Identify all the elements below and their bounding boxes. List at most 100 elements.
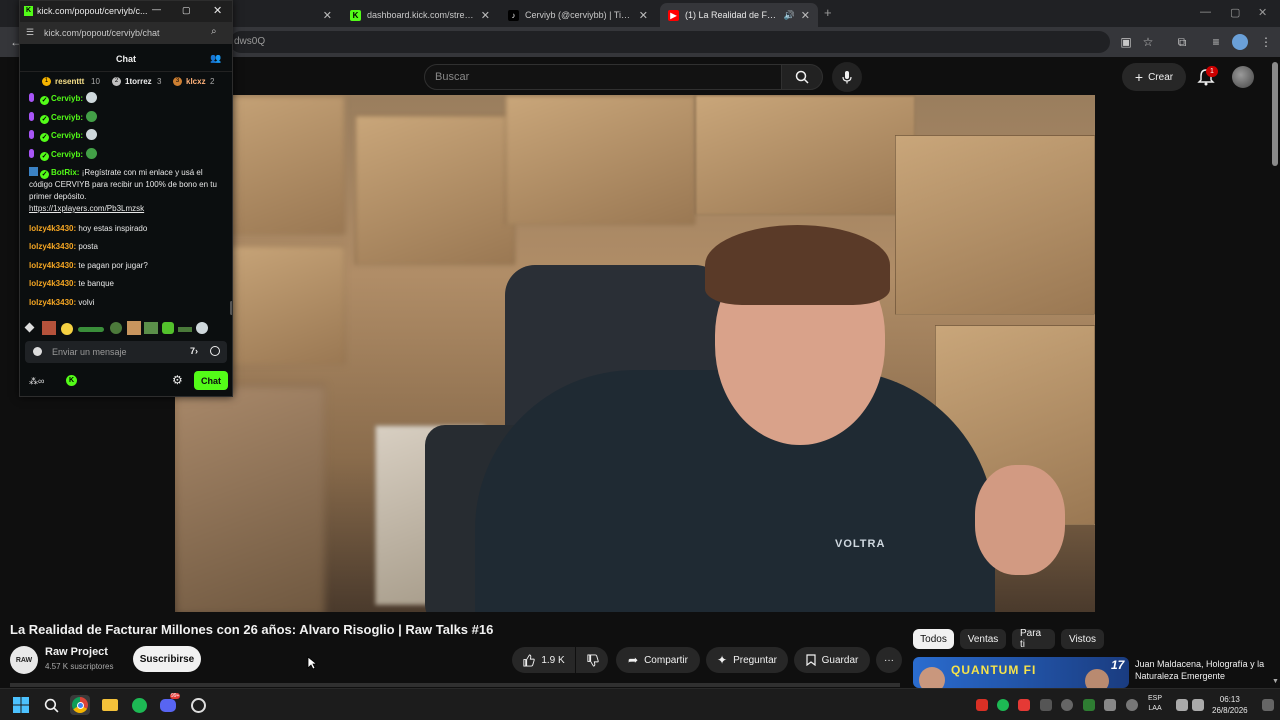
chat-scrollbar-thumb[interactable] <box>230 301 232 315</box>
maximize-icon[interactable]: ▢ <box>1230 6 1240 19</box>
chat-link[interactable]: https://1xplayers.com/Pb3Lmzsk <box>29 203 227 215</box>
chat-message[interactable]: lolzy4k3430: hoy estas inspirado <box>29 223 227 235</box>
chat-username[interactable]: Cerviyb: <box>51 150 83 159</box>
identity-icon[interactable] <box>33 347 42 356</box>
volume-icon[interactable] <box>1192 699 1204 711</box>
tab-youtube[interactable]: ▶ (1) La Realidad de Facturar M 🔊 ✕ <box>660 3 818 27</box>
new-tab-button[interactable]: + <box>824 5 832 20</box>
notification-center-icon[interactable] <box>1262 699 1274 711</box>
create-button[interactable]: + Crear <box>1122 63 1186 91</box>
points-icon[interactable]: ⁂∞ <box>29 376 44 387</box>
chat-username[interactable]: Cerviyb: <box>51 131 83 140</box>
minimize-icon[interactable]: — <box>1200 6 1211 18</box>
chat-message-bot[interactable]: ✓ BotRix: ¡Regístrate con mi enlace y usá… <box>29 167 227 215</box>
taskbar-search-icon[interactable] <box>41 695 61 715</box>
chip-vistos[interactable]: Vistos <box>1061 629 1104 649</box>
chat-message[interactable]: lolzy4k3430: te pagan por jugar? <box>29 260 227 272</box>
chat-message[interactable]: ✓ Cerviyb: <box>29 148 227 161</box>
chat-username[interactable]: lolzy4k3430: <box>29 298 76 307</box>
start-windows-icon[interactable] <box>11 695 31 715</box>
keyboard-language[interactable]: ESP LAA <box>1148 694 1162 714</box>
spotify-icon[interactable] <box>129 695 149 715</box>
channel-name[interactable]: Raw Project <box>45 646 108 658</box>
close-icon[interactable]: ✕ <box>213 4 222 17</box>
file-explorer-icon[interactable] <box>100 695 120 715</box>
zoom-search-icon[interactable]: ⌕ <box>211 26 217 37</box>
emoji-picker-icon[interactable] <box>210 346 220 356</box>
emote-icon[interactable] <box>42 321 56 335</box>
emote-icon[interactable] <box>144 322 158 334</box>
tray-app-icon[interactable] <box>1040 699 1052 711</box>
cast-icon[interactable]: ▣ <box>1118 34 1134 50</box>
tray-nvidia-icon[interactable] <box>1083 699 1095 711</box>
close-tab-icon[interactable]: ✕ <box>323 9 332 22</box>
chat-username[interactable]: lolzy4k3430: <box>29 261 76 270</box>
chip-para-ti[interactable]: Para ti <box>1012 628 1055 650</box>
video-player[interactable]: VOLTRA <box>175 95 1095 612</box>
seven-tv-icon[interactable]: 7› <box>190 346 198 356</box>
kick-chat-popout-window[interactable]: K kick.com/popout/cerviyb/c... — ▢ ✕ ☰ k… <box>19 0 233 397</box>
chip-ventas[interactable]: Ventas <box>960 629 1006 649</box>
chat-message[interactable]: lolzy4k3430: posta <box>29 241 227 253</box>
popout-titlebar[interactable]: K kick.com/popout/cerviyb/c... — ▢ ✕ <box>20 1 232 22</box>
emote-icon[interactable] <box>178 327 192 332</box>
gifter-name[interactable]: 1torrez <box>125 77 152 86</box>
chip-todos[interactable]: Todos <box>913 629 954 649</box>
popout-url-bar[interactable]: ☰ kick.com/popout/cerviyb/chat ⌕ <box>20 22 232 44</box>
close-tab-icon[interactable]: ✕ <box>481 9 490 22</box>
emote-icon[interactable] <box>196 322 208 334</box>
emote-icon[interactable] <box>127 321 141 335</box>
chat-message[interactable]: lolzy4k3430: volvi <box>29 297 227 309</box>
minimize-icon[interactable]: — <box>152 4 161 14</box>
ask-button[interactable]: ✦ Preguntar <box>706 647 788 673</box>
gifter-name[interactable]: resenttt <box>55 77 84 86</box>
tray-mic-icon[interactable] <box>976 699 988 711</box>
tab-hidden[interactable]: ✕ <box>233 3 340 27</box>
voice-search-button[interactable] <box>832 62 862 92</box>
menu-kebab-icon[interactable]: ⋮ <box>1258 34 1274 50</box>
chat-username[interactable]: Cerviyb: <box>51 113 83 122</box>
account-avatar[interactable] <box>1232 66 1254 88</box>
send-chat-button[interactable]: Chat <box>194 371 228 390</box>
recommended-video-title[interactable]: Juan Maldacena, Holografía y la Naturale… <box>1135 658 1265 682</box>
tray-spotify-icon[interactable] <box>997 699 1009 711</box>
close-tab-icon[interactable]: ✕ <box>801 9 810 22</box>
kick-coin-icon[interactable]: K <box>66 375 77 386</box>
chat-username[interactable]: BotRix: <box>51 168 79 177</box>
tray-mic-mute-icon[interactable] <box>1126 699 1138 711</box>
share-button[interactable]: ➦ Compartir <box>616 647 700 673</box>
tray-shield-icon[interactable] <box>1061 699 1073 711</box>
chat-username[interactable]: lolzy4k3430: <box>29 224 76 233</box>
gifter-name[interactable]: klcxz <box>186 77 206 86</box>
like-button[interactable]: 1.9 K <box>512 647 575 673</box>
maximize-icon[interactable]: ▢ <box>182 5 191 16</box>
search-input[interactable]: Buscar <box>424 64 782 90</box>
dislike-button[interactable] <box>576 647 608 673</box>
close-window-icon[interactable]: ✕ <box>1258 6 1267 19</box>
site-info-icon[interactable]: ☰ <box>26 27 34 38</box>
chat-message[interactable]: ✓ Cerviyb: <box>29 129 227 142</box>
chat-message-input[interactable]: Enviar un mensaje 7› <box>25 341 227 363</box>
tab-tiktok[interactable]: ♪ Cerviyb (@cerviybb) | TikTok ✕ <box>500 3 656 27</box>
save-button[interactable]: Guardar <box>794 647 870 673</box>
emote-icon[interactable] <box>110 322 122 334</box>
settings-gear-icon[interactable]: ⚙ <box>172 373 183 387</box>
chat-username[interactable]: Cerviyb: <box>51 94 83 103</box>
chrome-icon[interactable] <box>70 695 90 715</box>
emote-icon[interactable] <box>24 322 35 333</box>
tray-record-icon[interactable] <box>1018 699 1030 711</box>
profile-avatar[interactable] <box>1232 34 1248 50</box>
chat-username[interactable]: lolzy4k3430: <box>29 279 76 288</box>
recommended-video-thumbnail[interactable]: QUANTUM FI 17 <box>913 657 1129 688</box>
chat-message[interactable]: lolzy4k3430: te banque <box>29 278 227 290</box>
page-scrollbar-thumb[interactable] <box>1272 62 1278 166</box>
search-button[interactable] <box>781 64 823 90</box>
tray-device-icon[interactable] <box>1104 699 1116 711</box>
scroll-down-arrow-icon[interactable]: ▼ <box>1272 678 1279 685</box>
emote-icon[interactable] <box>78 327 104 332</box>
media-icon[interactable]: ≡ <box>1208 34 1224 50</box>
more-actions-button[interactable]: ··· <box>876 647 902 673</box>
bookmark-star-icon[interactable]: ☆ <box>1140 34 1156 50</box>
emote-icon[interactable] <box>61 323 73 335</box>
close-tab-icon[interactable]: ✕ <box>639 9 648 22</box>
